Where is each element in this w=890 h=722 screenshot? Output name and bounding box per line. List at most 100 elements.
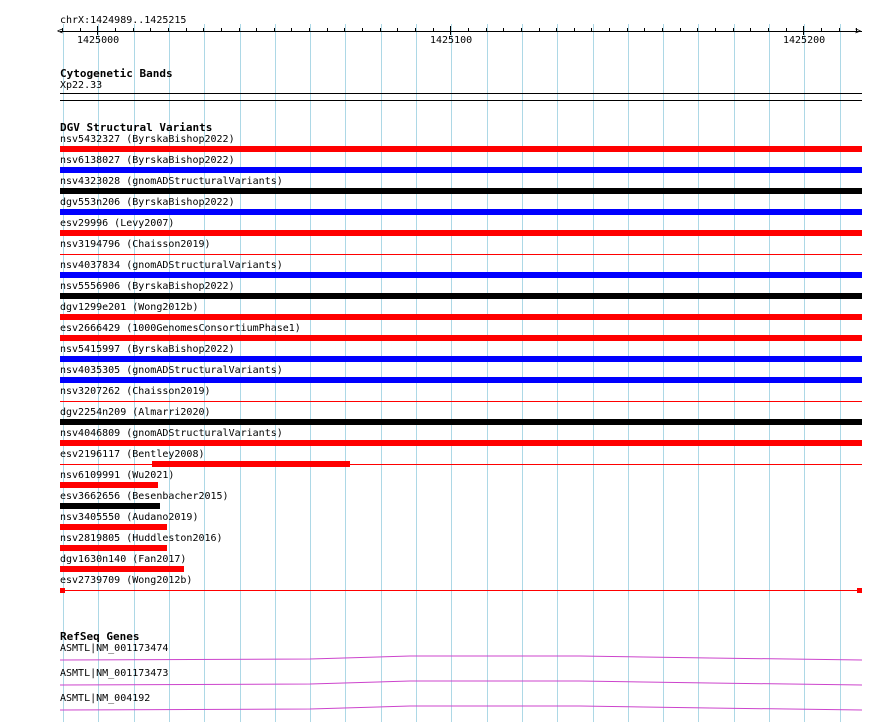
ruler-minor-tick [609, 28, 610, 32]
dgv-variant-endcap [857, 588, 862, 593]
cytoband-track-title: Cytogenetic Bands [60, 67, 173, 80]
dgv-variant-bar[interactable] [60, 356, 862, 362]
grid-line [310, 24, 311, 722]
ruler-minor-tick [397, 28, 398, 32]
dgv-variant-label: nsv5556906 (ByrskaBishop2022) [60, 281, 235, 292]
dgv-variant-label: nsv4323028 (gnomADStructuralVariants) [60, 176, 283, 187]
ruler-tick-label: 1425000 [77, 35, 120, 46]
ruler-minor-tick [468, 28, 469, 32]
dgv-variant-bar[interactable] [60, 167, 862, 173]
grid-line [522, 24, 523, 722]
refseq-gene-line [60, 705, 862, 711]
grid-line [487, 24, 488, 722]
dgv-variant-label: esv3662656 (Besenbacher2015) [60, 491, 229, 502]
cytoband-label: Xp22.33 [60, 80, 103, 91]
dgv-variant-bar[interactable] [60, 440, 862, 446]
dgv-variant-bar[interactable] [60, 566, 184, 572]
dgv-variant-bar[interactable] [60, 146, 862, 152]
dgv-variant-bar[interactable] [60, 272, 862, 278]
dgv-variant-label: nsv5432327 (ByrskaBishop2022) [60, 134, 235, 145]
cytoband-top-line [60, 93, 862, 94]
refseq-gene-label: ASMTL|NM_001173473 [60, 668, 169, 679]
ruler-minor-tick [450, 28, 451, 32]
ruler-minor-tick [274, 28, 275, 32]
ruler-minor-tick [327, 28, 328, 32]
dgv-variant-bar[interactable] [152, 461, 350, 467]
grid-line [734, 24, 735, 722]
grid-line [628, 24, 629, 722]
ruler-minor-tick [574, 28, 575, 32]
dgv-variant-bar[interactable] [60, 545, 167, 551]
grid-line [698, 24, 699, 722]
ruler-minor-tick [627, 28, 628, 32]
region-label: chrX:1424989..1425215 [60, 15, 187, 26]
dgv-variant-label: nsv3405550 (Audano2019) [60, 512, 199, 523]
refseq-gene-label: ASMTL|NM_004192 [60, 693, 151, 704]
grid-line [804, 24, 805, 722]
dgv-variant-label: nsv4037834 (gnomADStructuralVariants) [60, 260, 283, 271]
cytoband-bottom-line [60, 100, 862, 101]
grid-line [381, 24, 382, 722]
dgv-variant-label: nsv6138027 (ByrskaBishop2022) [60, 155, 235, 166]
dgv-variant-bar[interactable] [60, 503, 160, 509]
ruler-minor-tick [168, 28, 169, 32]
dgv-variant-label: nsv3207262 (Chaisson2019) [60, 386, 211, 397]
ruler-axis [60, 31, 862, 32]
ruler-minor-tick [221, 28, 222, 32]
ruler-minor-tick [97, 28, 98, 32]
dgv-variant-bar[interactable] [60, 230, 862, 236]
ruler-minor-tick [768, 28, 769, 32]
ruler-minor-tick [291, 28, 292, 32]
dgv-variant-line[interactable] [60, 254, 862, 255]
dgv-variant-bar[interactable] [60, 293, 862, 299]
dgv-variant-label: nsv5415997 (ByrskaBishop2022) [60, 344, 235, 355]
dgv-variant-bar[interactable] [60, 188, 862, 194]
dgv-variant-label: dgv553n206 (ByrskaBishop2022) [60, 197, 235, 208]
dgv-variant-bar[interactable] [60, 482, 158, 488]
grid-line [593, 24, 594, 722]
ruler-minor-tick [786, 28, 787, 32]
dgv-variant-line[interactable] [60, 590, 862, 591]
dgv-variant-line[interactable] [60, 401, 862, 402]
dgv-variant-bar[interactable] [60, 314, 862, 320]
genome-browser-view: chrX:1424989..1425215 1425000 1425100 1425… [0, 0, 890, 722]
refseq-gene-model[interactable] [60, 680, 862, 686]
refseq-gene-line [60, 680, 862, 686]
ruler-minor-tick [556, 28, 557, 32]
dgv-variant-label: nsv6109991 (Wu2021) [60, 470, 175, 481]
refseq-gene-label: ASMTL|NM_001173474 [60, 643, 169, 654]
dgv-variant-bar[interactable] [60, 377, 862, 383]
ruler-minor-tick [80, 28, 81, 32]
dgv-track-title: DGV Structural Variants [60, 121, 213, 134]
dgv-variant-label: dgv1299e201 (Wong2012b) [60, 302, 199, 313]
grid-line [416, 24, 417, 722]
dgv-variant-label: esv29996 (Levy2007) [60, 218, 175, 229]
dgv-variant-label: nsv4035305 (gnomADStructuralVariants) [60, 365, 283, 376]
ruler-minor-tick [133, 28, 134, 32]
ruler-minor-tick [839, 28, 840, 32]
dgv-variant-label: esv2739709 (Wong2012b) [60, 575, 193, 586]
ruler-minor-tick [662, 28, 663, 32]
grid-line [345, 24, 346, 722]
refseq-gene-model[interactable] [60, 705, 862, 711]
ruler-minor-tick [733, 28, 734, 32]
dgv-variant-bar[interactable] [60, 209, 862, 215]
ruler-minor-tick [521, 28, 522, 32]
ruler-left-arrow: < [57, 26, 64, 37]
ruler-minor-tick [803, 28, 804, 32]
ruler-right-arrow: > [855, 26, 862, 37]
dgv-variant-label: nsv3194796 (Chaisson2019) [60, 239, 211, 250]
ruler-minor-tick [415, 28, 416, 32]
ruler-minor-tick [239, 28, 240, 32]
refseq-gene-line [60, 655, 862, 661]
dgv-variant-bar[interactable] [60, 335, 862, 341]
refseq-gene-model[interactable] [60, 655, 862, 661]
ruler-minor-tick [697, 28, 698, 32]
dgv-variant-bar[interactable] [60, 524, 167, 530]
dgv-variant-label: dgv2254n209 (Almarri2020) [60, 407, 211, 418]
ruler-minor-tick [715, 28, 716, 32]
ruler-minor-tick [186, 28, 187, 32]
grid-line [840, 24, 841, 722]
dgv-variant-bar[interactable] [60, 419, 862, 425]
ruler-minor-tick [433, 28, 434, 32]
